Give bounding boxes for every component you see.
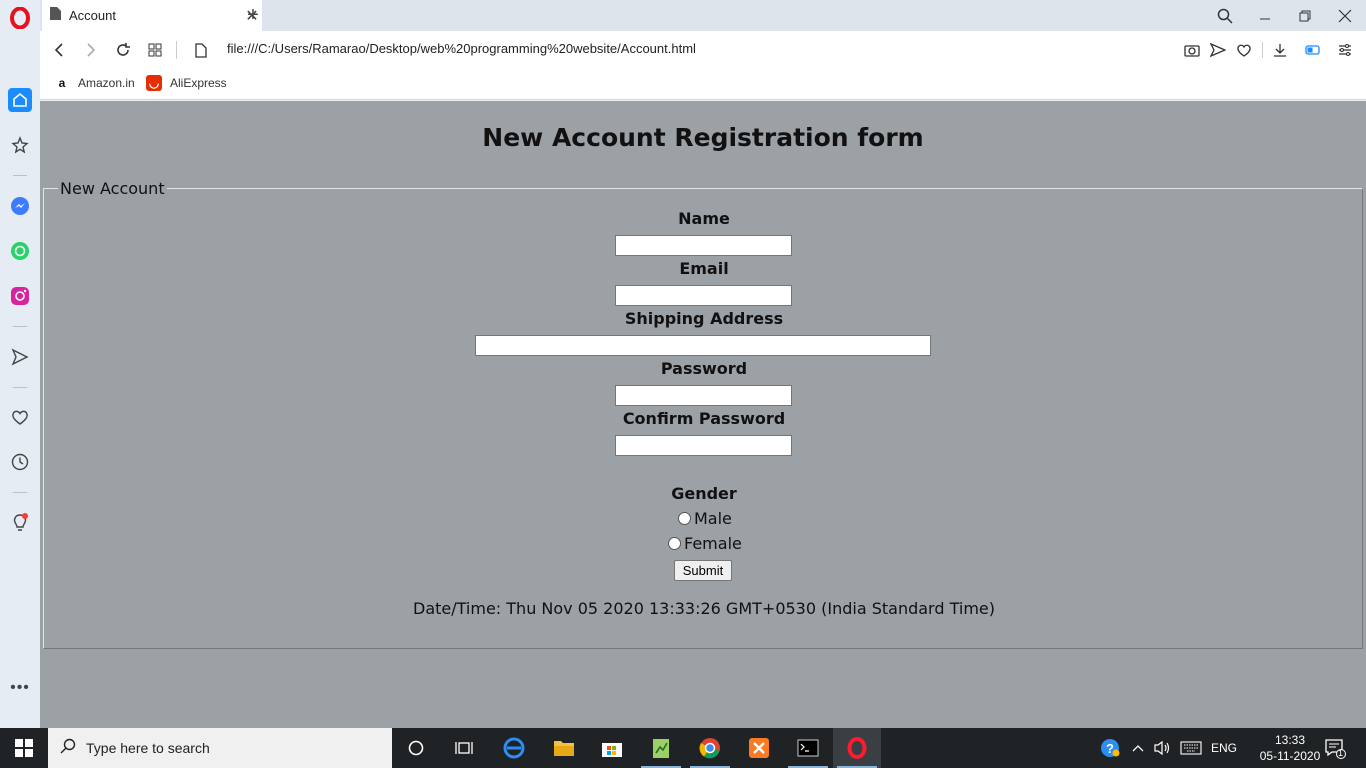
- address-bar: file:///C:/Users/Ramarao/Desktop/web%20p…: [40, 31, 1366, 68]
- taskbar-search-box[interactable]: Type here to search: [48, 728, 392, 768]
- address-label: Shipping Address: [624, 309, 784, 328]
- email-label: Email: [679, 259, 729, 278]
- document-icon: [50, 6, 61, 25]
- name-label: Name: [678, 209, 730, 228]
- female-label: Female: [684, 534, 742, 553]
- datetime-text: Date/Time: Thu Nov 05 2020 13:33:26 GMT+…: [413, 599, 995, 618]
- xampp-icon[interactable]: [735, 728, 783, 768]
- help-icon[interactable]: ?: [1098, 728, 1122, 768]
- gender-label: Gender: [671, 484, 737, 503]
- volume-icon[interactable]: [1152, 728, 1174, 768]
- file-explorer-icon[interactable]: [540, 728, 588, 768]
- bookmark-aliexpress[interactable]: ◡ AliExpress: [146, 75, 227, 91]
- download-icon[interactable]: [1270, 40, 1290, 60]
- bookmark-amazon[interactable]: a Amazon.in: [54, 75, 135, 91]
- submit-button[interactable]: Submit: [674, 560, 732, 581]
- page-title: New Account Registration form: [482, 123, 924, 152]
- tab-strip: Account ✕ +: [40, 0, 1366, 31]
- store-icon[interactable]: [588, 728, 636, 768]
- language-indicator[interactable]: ENG: [1206, 728, 1242, 768]
- tab-title: Account: [69, 8, 116, 23]
- minimize-icon[interactable]: [1253, 4, 1277, 28]
- sidebar-divider: [13, 175, 27, 176]
- windows-taskbar: Type here to search ? ENG 13:33 05-11-20…: [0, 728, 1366, 768]
- sidebar-divider: [13, 387, 27, 388]
- search-tabs-icon[interactable]: [1213, 4, 1237, 28]
- notepad-plus-icon[interactable]: [637, 728, 685, 768]
- address-input[interactable]: [475, 335, 931, 356]
- task-view-icon[interactable]: [440, 728, 488, 768]
- close-window-icon[interactable]: [1333, 4, 1357, 28]
- new-account-fieldset: New Account Name Email Shipping Address …: [43, 179, 1363, 649]
- sidebar-divider: [13, 492, 27, 493]
- bookmark-label: Amazon.in: [78, 76, 135, 90]
- clock-date: 05-11-2020: [1259, 749, 1321, 763]
- star-icon[interactable]: [8, 133, 32, 157]
- password-label: Password: [660, 359, 748, 378]
- send-icon[interactable]: [8, 345, 32, 369]
- amazon-icon: a: [58, 76, 66, 90]
- history-icon[interactable]: [8, 450, 32, 474]
- male-label: Male: [694, 509, 732, 528]
- password-input[interactable]: [615, 385, 792, 406]
- notification-count: 1: [1338, 748, 1344, 758]
- file-icon: [190, 39, 212, 61]
- instagram-icon[interactable]: [8, 284, 32, 308]
- male-radio[interactable]: [678, 512, 691, 525]
- bookmarks-bar: a Amazon.in ◡ AliExpress: [40, 68, 1366, 100]
- system-clock[interactable]: 13:33 05-11-2020: [1258, 732, 1322, 764]
- gender-male-option[interactable]: Male: [678, 509, 732, 528]
- reload-icon[interactable]: [112, 39, 134, 61]
- new-tab-button[interactable]: +: [242, 4, 264, 26]
- search-placeholder: Type here to search: [86, 740, 210, 756]
- tray-chevron-up-icon[interactable]: [1128, 728, 1148, 768]
- easy-setup-icon[interactable]: [1335, 40, 1355, 60]
- heart-icon[interactable]: [8, 405, 32, 429]
- browser-sidebar: •••: [0, 0, 40, 728]
- name-input[interactable]: [615, 235, 792, 256]
- toolbar-divider: [1262, 42, 1263, 58]
- command-prompt-icon[interactable]: [784, 728, 832, 768]
- clock-time: 13:33: [1274, 733, 1306, 747]
- speed-dial-icon[interactable]: [144, 39, 166, 61]
- confirm-password-input[interactable]: [615, 435, 792, 456]
- snapshot-icon[interactable]: [1182, 40, 1202, 60]
- whatsapp-icon[interactable]: [8, 239, 32, 263]
- email-input[interactable]: [615, 285, 792, 306]
- battery-saver-icon[interactable]: [1303, 40, 1323, 60]
- windows-start-icon[interactable]: [0, 728, 48, 768]
- cortana-icon[interactable]: [392, 728, 440, 768]
- restore-icon[interactable]: [1293, 4, 1317, 28]
- sidebar-divider: [13, 326, 27, 327]
- aliexpress-icon: ◡: [146, 75, 162, 91]
- female-radio[interactable]: [668, 537, 681, 550]
- back-icon[interactable]: [48, 39, 70, 61]
- notifications-icon[interactable]: 1: [1318, 728, 1352, 768]
- opera-taskbar-icon[interactable]: [833, 728, 881, 768]
- messenger-icon[interactable]: [8, 194, 32, 218]
- forward-icon[interactable]: [80, 39, 102, 61]
- more-icon[interactable]: •••: [8, 676, 32, 700]
- address-divider: [176, 41, 177, 59]
- send-page-icon[interactable]: [1208, 40, 1228, 60]
- search-icon: [60, 738, 76, 759]
- bulb-icon[interactable]: [8, 511, 32, 535]
- opera-logo-icon[interactable]: [8, 6, 32, 30]
- tab-account[interactable]: Account ✕: [42, 0, 262, 31]
- keyboard-icon[interactable]: [1178, 728, 1204, 768]
- edge-icon[interactable]: [490, 728, 538, 768]
- home-icon[interactable]: [8, 88, 32, 112]
- fieldset-legend: New Account: [58, 179, 167, 198]
- bookmark-label: AliExpress: [170, 76, 227, 90]
- bookmark-heart-icon[interactable]: [1234, 40, 1254, 60]
- gender-female-option[interactable]: Female: [668, 534, 742, 553]
- confirm-password-label: Confirm Password: [622, 409, 786, 428]
- page-content: New Account Registration form New Accoun…: [40, 101, 1366, 728]
- url-field[interactable]: file:///C:/Users/Ramarao/Desktop/web%20p…: [227, 41, 696, 56]
- chrome-icon[interactable]: [686, 728, 734, 768]
